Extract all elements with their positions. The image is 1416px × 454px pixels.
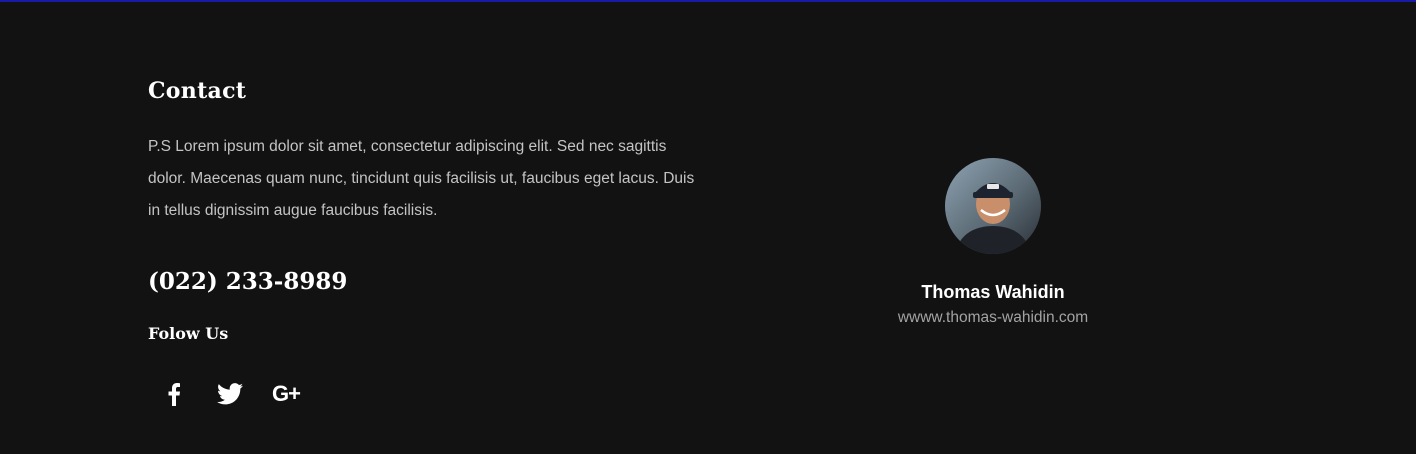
top-border bbox=[0, 0, 1416, 2]
twitter-icon bbox=[217, 383, 243, 405]
facebook-icon bbox=[168, 383, 180, 406]
twitter-link[interactable] bbox=[212, 376, 248, 412]
contact-description: P.S Lorem ipsum dolor sit amet, consecte… bbox=[148, 138, 695, 219]
social-links: G+ bbox=[156, 376, 304, 412]
profile-name: Thomas Wahidin bbox=[921, 282, 1065, 302]
facebook-link[interactable] bbox=[156, 376, 192, 412]
follow-us-label: Folow Us bbox=[148, 324, 229, 343]
phone-number[interactable]: (022) 233-8989 bbox=[148, 268, 347, 295]
google-plus-link[interactable]: G+ bbox=[268, 376, 304, 412]
profile-card: Thomas Wahidin wwww.thomas-wahidin.com bbox=[843, 158, 1143, 327]
avatar bbox=[945, 158, 1041, 254]
google-plus-icon: G+ bbox=[272, 381, 301, 406]
profile-website-link[interactable]: wwww.thomas-wahidin.com bbox=[843, 309, 1143, 327]
contact-heading: Contact bbox=[148, 78, 247, 104]
